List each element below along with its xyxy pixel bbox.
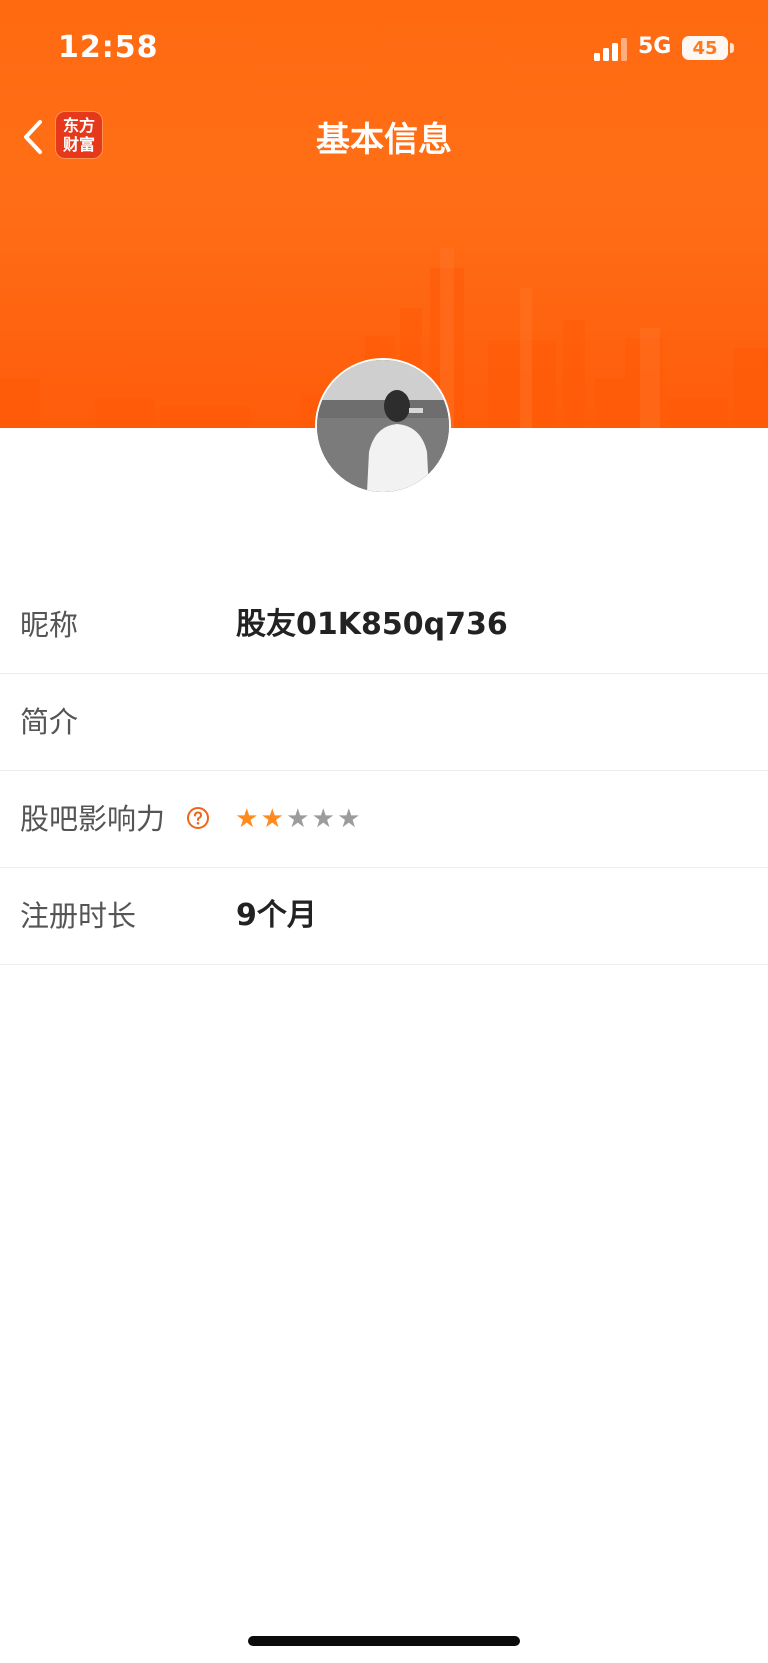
nickname-label: 昵称 (20, 608, 79, 642)
home-indicator[interactable] (248, 1636, 520, 1646)
profile-info-list: 昵称 股友01K850q736 简介 股吧影响力 ★ ★ ★ ★ ★ 注册时长 9个月 (0, 577, 768, 965)
page-title: 基本信息 (316, 120, 452, 160)
star-empty-icon: ★ (311, 804, 335, 834)
registration-value: 9个月 (236, 898, 317, 933)
cellular-signal-icon (594, 38, 627, 61)
star-empty-icon: ★ (286, 804, 310, 834)
star-filled-icon: ★ (235, 804, 259, 834)
question-circle-icon[interactable] (186, 806, 210, 830)
battery-level: 45 (692, 37, 718, 59)
bio-label: 简介 (20, 705, 79, 739)
influence-label: 股吧影响力 (20, 802, 166, 836)
nickname-value: 股友01K850q736 (236, 607, 508, 642)
battery-icon: 45 (682, 36, 728, 60)
row-registration: 注册时长 9个月 (0, 868, 768, 965)
avatar[interactable] (315, 358, 451, 494)
row-nickname: 昵称 股友01K850q736 (0, 577, 768, 674)
influence-rating: ★ ★ ★ ★ ★ (234, 802, 362, 836)
registration-label: 注册时长 (20, 899, 137, 933)
star-empty-icon: ★ (337, 804, 361, 834)
status-time: 12:58 (58, 30, 159, 65)
row-influence: 股吧影响力 ★ ★ ★ ★ ★ (0, 771, 768, 868)
avatar-photo (317, 360, 449, 492)
status-bar: 12:58 5G 45 (0, 0, 768, 96)
row-bio: 简介 (0, 674, 768, 771)
network-type: 5G (638, 34, 672, 59)
battery-cap (730, 43, 734, 53)
star-filled-icon: ★ (260, 804, 284, 834)
